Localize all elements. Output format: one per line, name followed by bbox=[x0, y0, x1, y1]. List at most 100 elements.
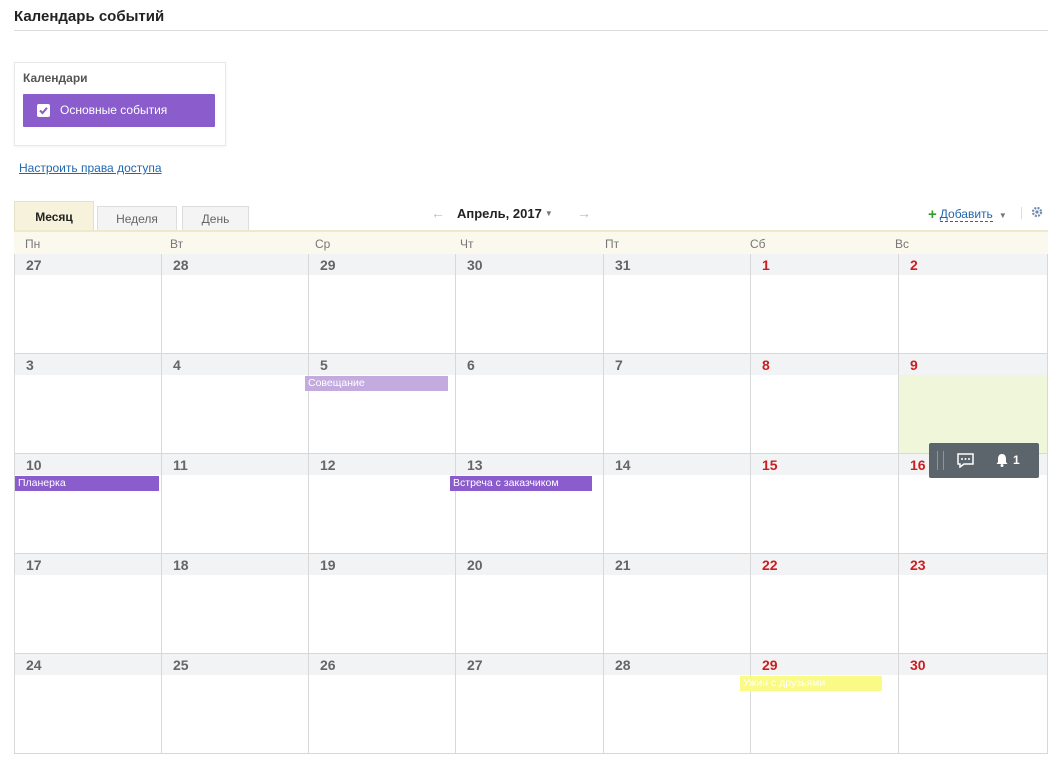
tab-month[interactable]: Месяц bbox=[14, 201, 94, 232]
day-number[interactable]: 7 bbox=[615, 357, 623, 373]
day-number[interactable]: 10 bbox=[26, 457, 42, 473]
day-cell[interactable]: 24 bbox=[14, 654, 161, 754]
day-cell[interactable]: 26 bbox=[308, 654, 455, 754]
day-number[interactable]: 1 bbox=[762, 257, 770, 273]
day-cell[interactable]: 28 bbox=[603, 654, 750, 754]
drag-handle[interactable] bbox=[937, 451, 944, 470]
day-cell[interactable]: 30 bbox=[898, 654, 1048, 754]
day-number-bar: 15 bbox=[751, 454, 898, 475]
day-number[interactable]: 30 bbox=[910, 657, 926, 673]
weekday-header: Пн Вт Ср Чт Пт Сб Вс bbox=[14, 230, 1048, 256]
day-number[interactable]: 29 bbox=[320, 257, 336, 273]
day-cell[interactable]: 6 bbox=[455, 354, 603, 454]
day-cell[interactable]: 4 bbox=[161, 354, 308, 454]
weekday-label: Вт bbox=[170, 237, 184, 251]
day-number[interactable]: 27 bbox=[467, 657, 483, 673]
day-cell[interactable]: 18 bbox=[161, 554, 308, 654]
day-number[interactable]: 14 bbox=[615, 457, 631, 473]
month-grid: 27 28 29 30 31 1 2 3 4 5 6 7 8 9 10 11 12 13 14 15 16 17 18 19 2… bbox=[14, 254, 1048, 755]
day-number-bar: 21 bbox=[604, 554, 750, 575]
day-cell[interactable]: 27 bbox=[14, 254, 161, 354]
day-number[interactable]: 29 bbox=[762, 657, 778, 673]
day-cell[interactable]: 29 bbox=[308, 254, 455, 354]
day-cell[interactable]: 3 bbox=[14, 354, 161, 454]
add-event-button[interactable]: + Добавить ▼ bbox=[928, 205, 1007, 223]
day-cell[interactable]: 25 bbox=[161, 654, 308, 754]
day-number[interactable]: 17 bbox=[26, 557, 42, 573]
calendar-event[interactable]: Планерка bbox=[15, 476, 159, 491]
day-number[interactable]: 31 bbox=[615, 257, 631, 273]
day-cell[interactable]: 13 bbox=[455, 454, 603, 554]
day-cell[interactable]: 17 bbox=[14, 554, 161, 654]
day-cell[interactable]: 28 bbox=[161, 254, 308, 354]
day-number[interactable]: 6 bbox=[467, 357, 475, 373]
day-number[interactable]: 21 bbox=[615, 557, 631, 573]
day-cell[interactable]: 11 bbox=[161, 454, 308, 554]
day-number-bar: 4 bbox=[162, 354, 308, 375]
day-number-bar: 17 bbox=[15, 554, 161, 575]
day-cell[interactable]: 19 bbox=[308, 554, 455, 654]
prev-month-arrow[interactable]: ← bbox=[431, 205, 445, 221]
day-cell[interactable]: 20 bbox=[455, 554, 603, 654]
day-number-bar: 27 bbox=[15, 254, 161, 275]
day-cell[interactable]: 14 bbox=[603, 454, 750, 554]
day-number[interactable]: 26 bbox=[320, 657, 336, 673]
day-number[interactable]: 19 bbox=[320, 557, 336, 573]
day-number[interactable]: 13 bbox=[467, 457, 483, 473]
day-number[interactable]: 23 bbox=[910, 557, 926, 573]
gear-icon[interactable] bbox=[1031, 205, 1043, 223]
chat-icon[interactable] bbox=[957, 453, 974, 473]
day-number[interactable]: 28 bbox=[615, 657, 631, 673]
day-number[interactable]: 5 bbox=[320, 357, 328, 373]
day-number[interactable]: 2 bbox=[910, 257, 918, 273]
tab-week[interactable]: Неделя bbox=[97, 206, 177, 231]
access-settings-link[interactable]: Настроить права доступа bbox=[19, 161, 162, 175]
month-title[interactable]: Апрель, 2017 ▼ bbox=[457, 206, 553, 221]
calendar-event[interactable]: Встреча с заказчиком bbox=[450, 476, 592, 491]
day-cell[interactable]: 8 bbox=[750, 354, 898, 454]
day-number[interactable]: 28 bbox=[173, 257, 189, 273]
day-cell[interactable]: 15 bbox=[750, 454, 898, 554]
day-number-bar: 26 bbox=[309, 654, 455, 675]
day-cell[interactable]: 23 bbox=[898, 554, 1048, 654]
day-cell[interactable]: 30 bbox=[455, 254, 603, 354]
day-number[interactable]: 30 bbox=[467, 257, 483, 273]
day-number[interactable]: 11 bbox=[173, 457, 188, 473]
day-cell[interactable]: 2 bbox=[898, 254, 1048, 354]
day-cell[interactable]: 9 bbox=[898, 354, 1048, 454]
calendar-event[interactable]: Совещание bbox=[305, 376, 448, 391]
day-number[interactable]: 12 bbox=[320, 457, 336, 473]
day-number[interactable]: 9 bbox=[910, 357, 918, 373]
day-cell[interactable]: 22 bbox=[750, 554, 898, 654]
day-cell[interactable]: 27 bbox=[455, 654, 603, 754]
day-cell[interactable]: 12 bbox=[308, 454, 455, 554]
week-row: 3 4 5 6 7 8 9 bbox=[14, 354, 1048, 454]
day-number[interactable]: 25 bbox=[173, 657, 189, 673]
day-number[interactable]: 22 bbox=[762, 557, 778, 573]
day-cell[interactable]: 31 bbox=[603, 254, 750, 354]
next-month-arrow[interactable]: → bbox=[577, 205, 591, 221]
day-number[interactable]: 24 bbox=[26, 657, 42, 673]
day-number[interactable]: 3 bbox=[26, 357, 34, 373]
bell-icon[interactable] bbox=[995, 453, 1009, 472]
day-number[interactable]: 16 bbox=[910, 457, 926, 473]
day-number[interactable]: 4 bbox=[173, 357, 181, 373]
day-cell[interactable]: 29 bbox=[750, 654, 898, 754]
day-number-bar: 1 bbox=[751, 254, 898, 275]
calendar-item-main-events[interactable]: Основные события bbox=[23, 94, 215, 127]
day-number[interactable]: 15 bbox=[762, 457, 778, 473]
calendar-event[interactable]: Ужин с друзьями bbox=[740, 676, 882, 691]
day-number[interactable]: 18 bbox=[173, 557, 189, 573]
day-number[interactable]: 20 bbox=[467, 557, 483, 573]
tab-day[interactable]: День bbox=[182, 206, 249, 231]
day-cell[interactable]: 5 bbox=[308, 354, 455, 454]
day-cell[interactable]: 10 bbox=[14, 454, 161, 554]
day-number[interactable]: 27 bbox=[26, 257, 42, 273]
day-cell[interactable]: 1 bbox=[750, 254, 898, 354]
day-cell[interactable]: 21 bbox=[603, 554, 750, 654]
day-number[interactable]: 8 bbox=[762, 357, 770, 373]
day-cell[interactable]: 7 bbox=[603, 354, 750, 454]
checkbox-checked-icon[interactable] bbox=[37, 104, 50, 117]
day-number-bar: 31 bbox=[604, 254, 750, 275]
day-number-bar: 3 bbox=[15, 354, 161, 375]
